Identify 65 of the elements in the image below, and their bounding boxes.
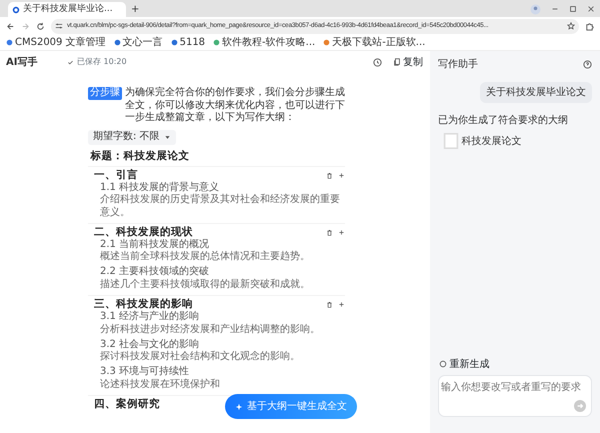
document-icon	[443, 133, 459, 149]
add-icon[interactable]	[338, 172, 345, 179]
bookmark-link[interactable]: CMS2009 文章管理	[6, 35, 106, 50]
bookmark-favicon-icon	[213, 39, 220, 46]
subsection-title[interactable]: 2.1 当前科技发展的概况	[94, 238, 345, 252]
generate-button[interactable]: 基于大纲一键生成全文	[225, 394, 357, 419]
word-count-dropdown[interactable]: 期望字数: 不限	[88, 130, 176, 144]
subsection-description: 概述当前全球科技发展的总体情况和主要趋势。	[99, 251, 311, 264]
step-badge: 分步骤	[88, 87, 122, 100]
add-icon[interactable]	[338, 300, 345, 308]
globe-icon	[12, 6, 20, 14]
help-icon[interactable]	[583, 60, 592, 69]
subsection-description: 分析科技进步对经济发展和产业结构调整的影响。	[99, 324, 321, 336]
copy-button[interactable]: 复制	[392, 54, 424, 70]
tab-title: 关于科技发展毕业论...	[23, 2, 113, 16]
intro-text: 为确保完全符合你的创作要求，我们会分步骤生成全文，你可以修改大纲来优化内容，也可以进行下一步生成整篇文章，以下为写作大纲：	[125, 87, 345, 124]
bookmark-link[interactable]: 软件教程-软件攻略...	[213, 35, 316, 50]
bookmark-link[interactable]: 5118	[170, 35, 206, 50]
panel-title: 写作助手	[438, 58, 478, 72]
section-heading[interactable]: 四、案例研究	[94, 398, 160, 411]
sparkle-icon	[235, 402, 243, 410]
delete-icon[interactable]	[326, 228, 333, 236]
subsection-title[interactable]: 3.2 社会与文化的影响	[94, 338, 345, 351]
subsection-title[interactable]: 3.1 经济与产业的影响	[94, 311, 345, 324]
user-message: 关于科技发展毕业论文	[480, 82, 592, 103]
reload-icon[interactable]	[36, 22, 45, 30]
extensions-icon[interactable]	[585, 22, 594, 30]
save-status: 已保存 10:20	[76, 56, 127, 68]
regenerate-button[interactable]: 重新生成	[438, 356, 592, 372]
subsection-description: 描述几个主要科技领域取得的最新突破和成就。	[99, 278, 311, 292]
section-heading[interactable]: 三、科技发展的影响	[94, 298, 193, 311]
new-tab-button[interactable]: +	[131, 2, 140, 17]
outline-document-card[interactable]: 科技发展论文	[438, 133, 592, 149]
caret-icon	[164, 134, 171, 141]
copy-icon	[392, 58, 400, 66]
bookmark-favicon-icon	[6, 39, 13, 46]
back-icon[interactable]	[6, 22, 15, 30]
assistant-reply: 已为你生成了符合要求的大纲	[438, 114, 569, 128]
site-settings-icon[interactable]	[55, 22, 63, 30]
refresh-icon	[439, 360, 447, 368]
subsection-title[interactable]: 3.3 环境与可持续性	[94, 366, 345, 378]
section-heading[interactable]: 二、科技发展的现状	[94, 226, 193, 239]
subsection-description: 介绍科技发展的历史背景及其对社会和经济发展的重要意义。	[99, 194, 341, 220]
bookmark-link[interactable]: 文心一言	[114, 35, 163, 50]
section-heading[interactable]: 一、引言	[94, 168, 138, 182]
star-icon[interactable]	[567, 22, 575, 30]
delete-icon[interactable]	[326, 172, 333, 179]
prompt-input[interactable]: 输入你想要改写或者重写的要求	[438, 375, 592, 417]
subsection-description: 论述科技发展在环境保护和	[99, 378, 221, 391]
add-icon[interactable]	[338, 228, 345, 236]
delete-icon[interactable]	[326, 300, 333, 308]
subsection-title[interactable]: 1.1 科技发展的背景与意义	[94, 182, 345, 194]
history-icon[interactable]	[372, 58, 382, 66]
close-icon[interactable]	[587, 5, 595, 13]
bookmark-link[interactable]: 天极下载站-正版软...	[323, 35, 426, 50]
check-icon	[67, 58, 74, 66]
subsection-title[interactable]: 2.2 主要科技领域的突破	[94, 266, 345, 279]
bookmark-favicon-icon	[170, 39, 178, 46]
subsection-description: 探讨科技发展对社会结构和文化观念的影响。	[99, 351, 301, 364]
bookmark-favicon-icon	[323, 39, 330, 46]
maximize-icon[interactable]	[569, 5, 577, 13]
browser-tab[interactable]: 关于科技发展毕业论...	[8, 2, 126, 17]
bookmark-favicon-icon	[114, 39, 121, 46]
outline-title: 标题：科技发展论文	[89, 149, 190, 164]
app-title: AI写手	[6, 56, 38, 70]
